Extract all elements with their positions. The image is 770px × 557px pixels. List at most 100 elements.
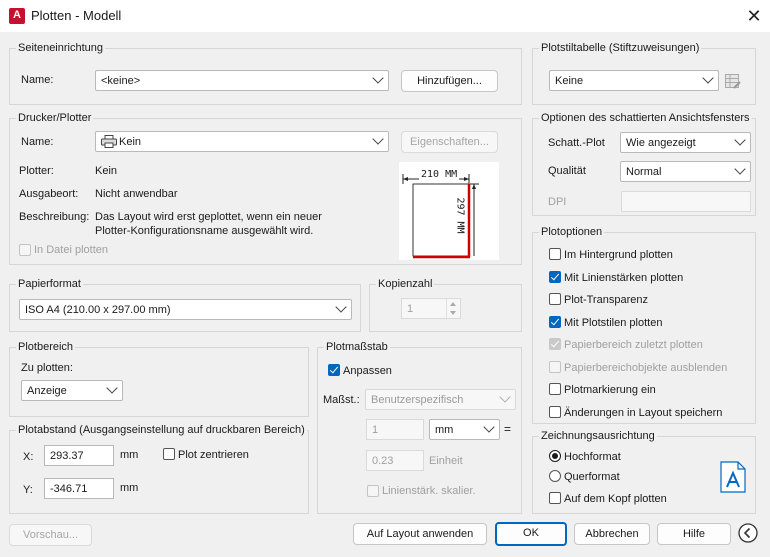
plot-option-label: Mit Linienstärken plotten <box>564 272 684 284</box>
printer-name-value: Kein <box>119 136 142 148</box>
spin-up-icon[interactable] <box>450 302 456 306</box>
ok-button[interactable]: OK <box>495 522 567 546</box>
printer-label: Drucker/Plotter <box>16 112 94 124</box>
landscape-radio[interactable] <box>549 470 561 482</box>
chevron-down-icon <box>483 421 495 433</box>
plotter-value: Kein <box>95 165 118 177</box>
plot-offset-label: Plotabstand (Ausgangseinstellung auf dru… <box>16 424 307 436</box>
plot-option-checkbox[interactable] <box>549 293 561 305</box>
page-setup-name-select[interactable]: <keine> <box>95 70 389 91</box>
center-plot-checkbox[interactable] <box>163 448 175 460</box>
plot-option-checkbox[interactable] <box>549 383 561 395</box>
printer-name-label: Name: <box>21 136 54 148</box>
offset-y-value: -346.71 <box>50 483 88 495</box>
dpi-label: DPI <box>548 196 567 208</box>
chevron-left-circle-icon[interactable] <box>738 523 758 543</box>
quality-value: Normal <box>626 166 662 178</box>
portrait-page-icon <box>720 461 746 493</box>
chevron-down-icon <box>106 382 118 394</box>
copies-value: 1 <box>407 303 414 315</box>
scale-unit2-label: Einheit <box>429 455 463 467</box>
style-table-select[interactable]: Keine <box>549 70 719 91</box>
scale-drawing-units-input[interactable]: 0.23 <box>366 450 424 471</box>
chevron-down-icon <box>335 301 347 313</box>
plot-option-checkbox[interactable] <box>549 248 561 260</box>
title-bar: A Plotten - Modell ✕ <box>0 0 770 32</box>
offset-y-label: Y: <box>23 484 33 496</box>
landscape-label: Querformat <box>564 471 620 483</box>
printer-icon <box>101 135 117 148</box>
shaded-viewport-label: Optionen des schattierten Ansichtsfenste… <box>539 112 752 124</box>
copies-spinner[interactable] <box>446 299 460 320</box>
page-setup-name-value: <keine> <box>101 75 141 87</box>
plotter-label: Plotter: <box>19 165 54 177</box>
chevron-down-icon <box>372 72 384 84</box>
plot-what-value: Anzeige <box>27 385 67 397</box>
offset-x-input[interactable]: 293.37 <box>44 445 114 466</box>
scale-value1: 1 <box>372 424 379 436</box>
plot-option-checkbox[interactable] <box>549 271 561 283</box>
plot-option-checkbox[interactable] <box>549 316 561 328</box>
cancel-button[interactable]: Abbrechen <box>574 523 650 545</box>
chevron-down-icon <box>499 391 511 403</box>
offset-x-value: 293.37 <box>50 450 84 462</box>
plot-option-checkbox[interactable] <box>549 361 561 373</box>
scale-lineweights-label: Linienstärk. skalier. <box>382 485 476 497</box>
copies-input[interactable]: 1 <box>401 298 461 320</box>
scale-lineweights-checkbox[interactable] <box>367 485 379 497</box>
close-icon[interactable]: ✕ <box>744 6 764 26</box>
printer-properties-button[interactable]: Eigenschaften... <box>401 131 498 153</box>
fit-to-paper-checkbox[interactable] <box>328 364 340 376</box>
plot-what-label: Zu plotten: <box>21 362 73 374</box>
printer-name-select[interactable]: Kein <box>95 131 389 152</box>
plot-option-label: Papierbereich zuletzt plotten <box>564 339 703 351</box>
plot-what-select[interactable]: Anzeige <box>21 380 123 401</box>
paper-preview: 210 MM 297 MM <box>399 162 499 260</box>
offset-y-input[interactable]: -346.71 <box>44 478 114 499</box>
add-page-setup-button[interactable]: Hinzufügen... <box>401 70 498 92</box>
description-line-1: Das Layout wird erst geplottet, wenn ein… <box>95 211 322 223</box>
fit-to-paper-label: Anpassen <box>343 365 392 377</box>
scale-paper-units-input[interactable]: 1 <box>366 419 424 440</box>
scale-label: Maßst.: <box>323 394 360 406</box>
scale-equals: = <box>504 422 512 436</box>
offset-x-unit: mm <box>120 449 139 461</box>
dpi-input[interactable] <box>621 191 751 212</box>
plot-options-label: Plotoptionen <box>539 226 605 238</box>
plot-offset-group <box>9 430 309 514</box>
scale-value2: 0.23 <box>372 455 394 467</box>
plot-area-label: Plotbereich <box>16 341 76 353</box>
help-button[interactable]: Hilfe <box>657 523 731 545</box>
shade-plot-select[interactable]: Wie angezeigt <box>620 132 751 153</box>
orientation-label: Zeichnungsausrichtung <box>539 430 657 442</box>
plot-option-checkbox[interactable] <box>549 406 561 418</box>
autocad-app-icon: A <box>9 8 25 24</box>
center-plot-label: Plot zentrieren <box>178 449 249 461</box>
plot-option-label: Mit Plotstilen plotten <box>564 317 663 329</box>
location-label: Ausgabeort: <box>19 188 79 200</box>
upside-down-label: Auf dem Kopf plotten <box>564 493 667 505</box>
chevron-down-icon <box>734 163 746 175</box>
plot-to-file-checkbox[interactable] <box>19 244 31 256</box>
edit-table-icon[interactable] <box>725 73 741 89</box>
plot-option-label: Plot-Transparenz <box>564 294 648 306</box>
page-setup-name-label: Name: <box>21 74 54 86</box>
window-title: Plotten - Modell <box>31 8 122 23</box>
plot-to-file-label: In Datei plotten <box>34 244 108 256</box>
apply-to-layout-button[interactable]: Auf Layout anwenden <box>353 523 487 545</box>
plot-option-checkbox[interactable] <box>549 338 561 350</box>
plot-option-label: Im Hintergrund plotten <box>564 249 673 261</box>
quality-label: Qualität <box>548 165 586 177</box>
paper-size-select[interactable]: ISO A4 (210.00 x 297.00 mm) <box>19 299 352 320</box>
quality-select[interactable]: Normal <box>620 161 751 182</box>
portrait-radio[interactable] <box>549 450 561 462</box>
preview-button[interactable]: Vorschau... <box>9 524 92 546</box>
description-label: Beschreibung: <box>19 211 90 223</box>
upside-down-checkbox[interactable] <box>549 492 561 504</box>
style-table-label: Plotstiltabelle (Stiftzuweisungen) <box>539 42 702 54</box>
page-setup-label: Seiteneinrichtung <box>16 42 106 54</box>
offset-y-unit: mm <box>120 482 139 494</box>
spin-down-icon[interactable] <box>450 311 456 315</box>
scale-unit-select[interactable]: mm <box>429 419 500 440</box>
scale-select[interactable]: Benutzerspezifisch <box>365 389 516 410</box>
